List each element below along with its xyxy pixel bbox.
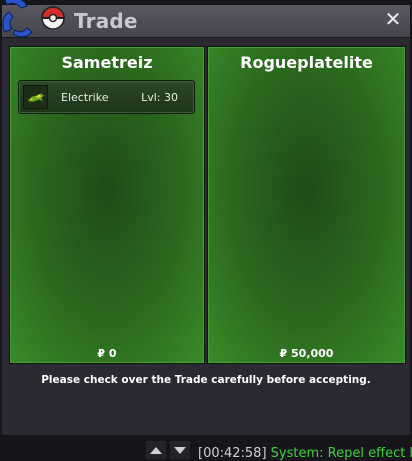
window-title: Trade	[74, 9, 138, 33]
my-money-offer: ₽ 0	[97, 347, 117, 360]
chat-scroll-icons[interactable]	[146, 441, 194, 459]
item-name: Electrike	[61, 91, 109, 104]
chat-system-message: Repel effect has	[327, 446, 412, 461]
pokeball-logo-icon	[2, 0, 65, 38]
item-slot	[23, 85, 48, 109]
chat-system-prefix: System:	[270, 446, 324, 461]
game-screen: Trade ✕ Sametreiz Electrike Lvl: 30 ₽ 0	[0, 0, 412, 461]
partner-offer-panel: Rogueplatelite ₽ 50,000	[207, 46, 406, 364]
electrike-sprite-icon	[26, 91, 46, 103]
trade-notice: Please check over the Trade carefully be…	[41, 374, 371, 386]
item-level: Lvl: 30	[141, 91, 178, 104]
close-icon[interactable]: ✕	[382, 8, 404, 30]
partner-player-name: Rogueplatelite	[240, 53, 373, 72]
my-player-name: Sametreiz	[61, 53, 153, 72]
partner-money-offer: ₽ 50,000	[279, 347, 334, 360]
chat-timestamp: [00:42:58]	[198, 446, 267, 461]
trade-item-row[interactable]: Electrike Lvl: 30	[18, 80, 195, 114]
trade-window: Trade ✕ Sametreiz Electrike Lvl: 30 ₽ 0	[1, 4, 411, 436]
my-offer-panel: Sametreiz Electrike Lvl: 30 ₽ 0	[9, 46, 205, 364]
chat-message: [00:42:58] System: Repel effect has	[198, 446, 412, 461]
